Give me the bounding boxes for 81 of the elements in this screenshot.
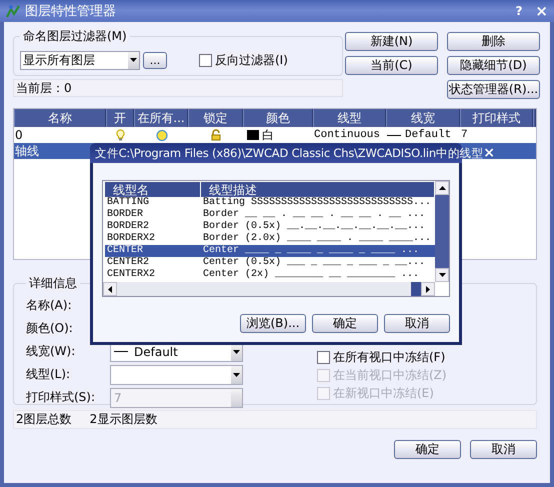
linetype-description: Center ____ _ ____ _ ____ _ ____ ... xyxy=(202,245,420,257)
column-header[interactable]: 线宽 xyxy=(386,109,460,127)
linetype-row[interactable]: BORDERX2 Border (2.0x) ____ ____ . ____ ____... xyxy=(105,233,435,245)
sun-icon xyxy=(154,129,168,141)
caret-icon xyxy=(130,58,137,62)
dialog-title: 文件C:\Program Files (x86)\ZWCAD Classic Chs\ZWCADISO.lin中的线型 xyxy=(95,146,484,160)
linetype-row[interactable]: BORDER Border __ __ . __ __ . __ __ . __ ... xyxy=(105,209,435,221)
caret-icon xyxy=(233,350,240,354)
linetype-cell-text: Continuous xyxy=(313,129,382,141)
app-icon xyxy=(6,4,20,18)
invert-checkbox[interactable]: 反向过滤器(I) xyxy=(199,52,288,68)
linetype-description: Border (2.0x) ____ ____ . ____ ____... xyxy=(202,233,432,245)
current-layer-field: 当前层：0 xyxy=(13,79,343,97)
layer-row[interactable]: 0 白 Continuous Default 7 xyxy=(14,127,536,143)
action-button[interactable]: 隐藏细节(D) xyxy=(447,56,540,75)
linetype-description: Center (2x) ________ __ ________ ... xyxy=(202,269,420,281)
color-cell: 白 xyxy=(243,126,313,144)
dialog-button[interactable]: 确定 xyxy=(312,314,378,333)
dialog-button[interactable]: 确定 xyxy=(394,440,461,459)
linetype-name: BORDER xyxy=(106,209,144,221)
field-label: 名称(A): xyxy=(26,297,73,314)
dropdown-field[interactable] xyxy=(110,364,243,384)
dialog-button[interactable]: 取消 xyxy=(384,314,450,333)
column-header[interactable]: 颜色 xyxy=(243,109,313,127)
linetype-name: CENTER xyxy=(106,245,144,257)
linetype-name: CENTERX2 xyxy=(106,269,156,281)
horizontal-scrollbar[interactable] xyxy=(103,282,435,296)
linetype-description: Batting SSSSSSSSSSSSSSSSSSSSSSSSSSS... xyxy=(202,197,432,209)
field-label: 线宽(W): xyxy=(26,343,76,360)
linetype-row[interactable]: BORDER2 Border (0.5x) __.__.__.__.__.__.__... xyxy=(105,221,435,233)
column-header[interactable]: 在所有... xyxy=(134,109,188,127)
action-button[interactable]: 状态管理器(R)... xyxy=(447,80,540,99)
status-text: 2图层总数 xyxy=(16,411,72,428)
linetype-row[interactable]: CENTER Center ____ _ ____ _ ____ _ ____ ... xyxy=(105,245,435,257)
field-label: 线型(L): xyxy=(26,366,72,383)
close-button[interactable]: × xyxy=(483,145,495,161)
linetype-row[interactable]: BATTING Batting SSSSSSSSSSSSSSSSSSSSSSSSSSS... xyxy=(105,197,435,209)
dialog-button[interactable]: 取消 xyxy=(470,440,537,459)
close-button[interactable]: × xyxy=(535,2,548,20)
group-label: 命名图层过滤器(M) xyxy=(22,28,128,45)
action-button[interactable]: 新建(N) xyxy=(345,32,438,51)
linetype-name: BORDER2 xyxy=(106,221,150,233)
action-button[interactable]: 当前(C) xyxy=(345,56,438,75)
linetype-name: CENTER2 xyxy=(106,257,150,269)
layer-name: 轴线 xyxy=(14,142,39,160)
freeze-checkbox[interactable]: 在所有视口中冻结(F) xyxy=(317,350,447,364)
bulb-icon xyxy=(116,129,125,141)
column-header[interactable]: 名称 xyxy=(14,109,106,127)
linetype-description: Border (0.5x) __.__.__.__.__.__.__... xyxy=(202,221,426,233)
linetype-name: BATTING xyxy=(106,197,150,209)
column-header[interactable]: 打印样式 xyxy=(460,109,533,127)
lineweight-cell: Default xyxy=(386,129,460,141)
field-label: 颜色(O): xyxy=(26,320,74,337)
window-title: 图层特性管理器 xyxy=(25,3,116,20)
vertical-scrollbar[interactable] xyxy=(435,181,449,282)
column-header[interactable]: 线型 xyxy=(313,109,386,127)
linetype-row[interactable]: CENTER2 Center (0.5x) ___ _ ___ _ ___ _ __... xyxy=(105,257,435,269)
plot-style-cell-text: 7 xyxy=(460,129,469,141)
linetype-description: Border __ __ . __ __ . __ __ . __ ... xyxy=(202,209,426,221)
status-text: 2显示图层数 xyxy=(90,411,158,428)
lock-icon xyxy=(210,129,222,141)
caret-icon xyxy=(233,372,240,376)
linetype-name: BORDERX2 xyxy=(106,233,156,245)
linetype-description: Center (0.5x) ___ _ ___ _ ___ _ __... xyxy=(202,257,426,269)
right-arrow-icon xyxy=(426,286,430,292)
dialog-button[interactable]: 浏览(B)... xyxy=(240,314,306,333)
help-button[interactable]: ? xyxy=(515,4,522,18)
linetype-row[interactable]: CENTERX2 Center (2x) ________ __ ________ ... xyxy=(105,269,435,281)
field-label: 打印样式(S): xyxy=(26,389,96,406)
dropdown-field: 7 xyxy=(110,388,243,408)
column-header[interactable]: 锁定 xyxy=(188,109,243,127)
filter-dropdown[interactable]: 显示所有图层 xyxy=(20,50,140,70)
left-arrow-icon xyxy=(108,286,112,292)
group-label: 详细信息 xyxy=(28,275,78,292)
up-arrow-icon xyxy=(438,186,446,190)
column-header[interactable]: 开 xyxy=(106,109,134,127)
action-button[interactable]: 删除 xyxy=(447,32,540,51)
layer-name: 0 xyxy=(14,128,23,142)
more-button[interactable]: ... xyxy=(143,52,167,68)
scroll-thumb[interactable] xyxy=(411,282,421,296)
caret-icon xyxy=(438,273,446,277)
